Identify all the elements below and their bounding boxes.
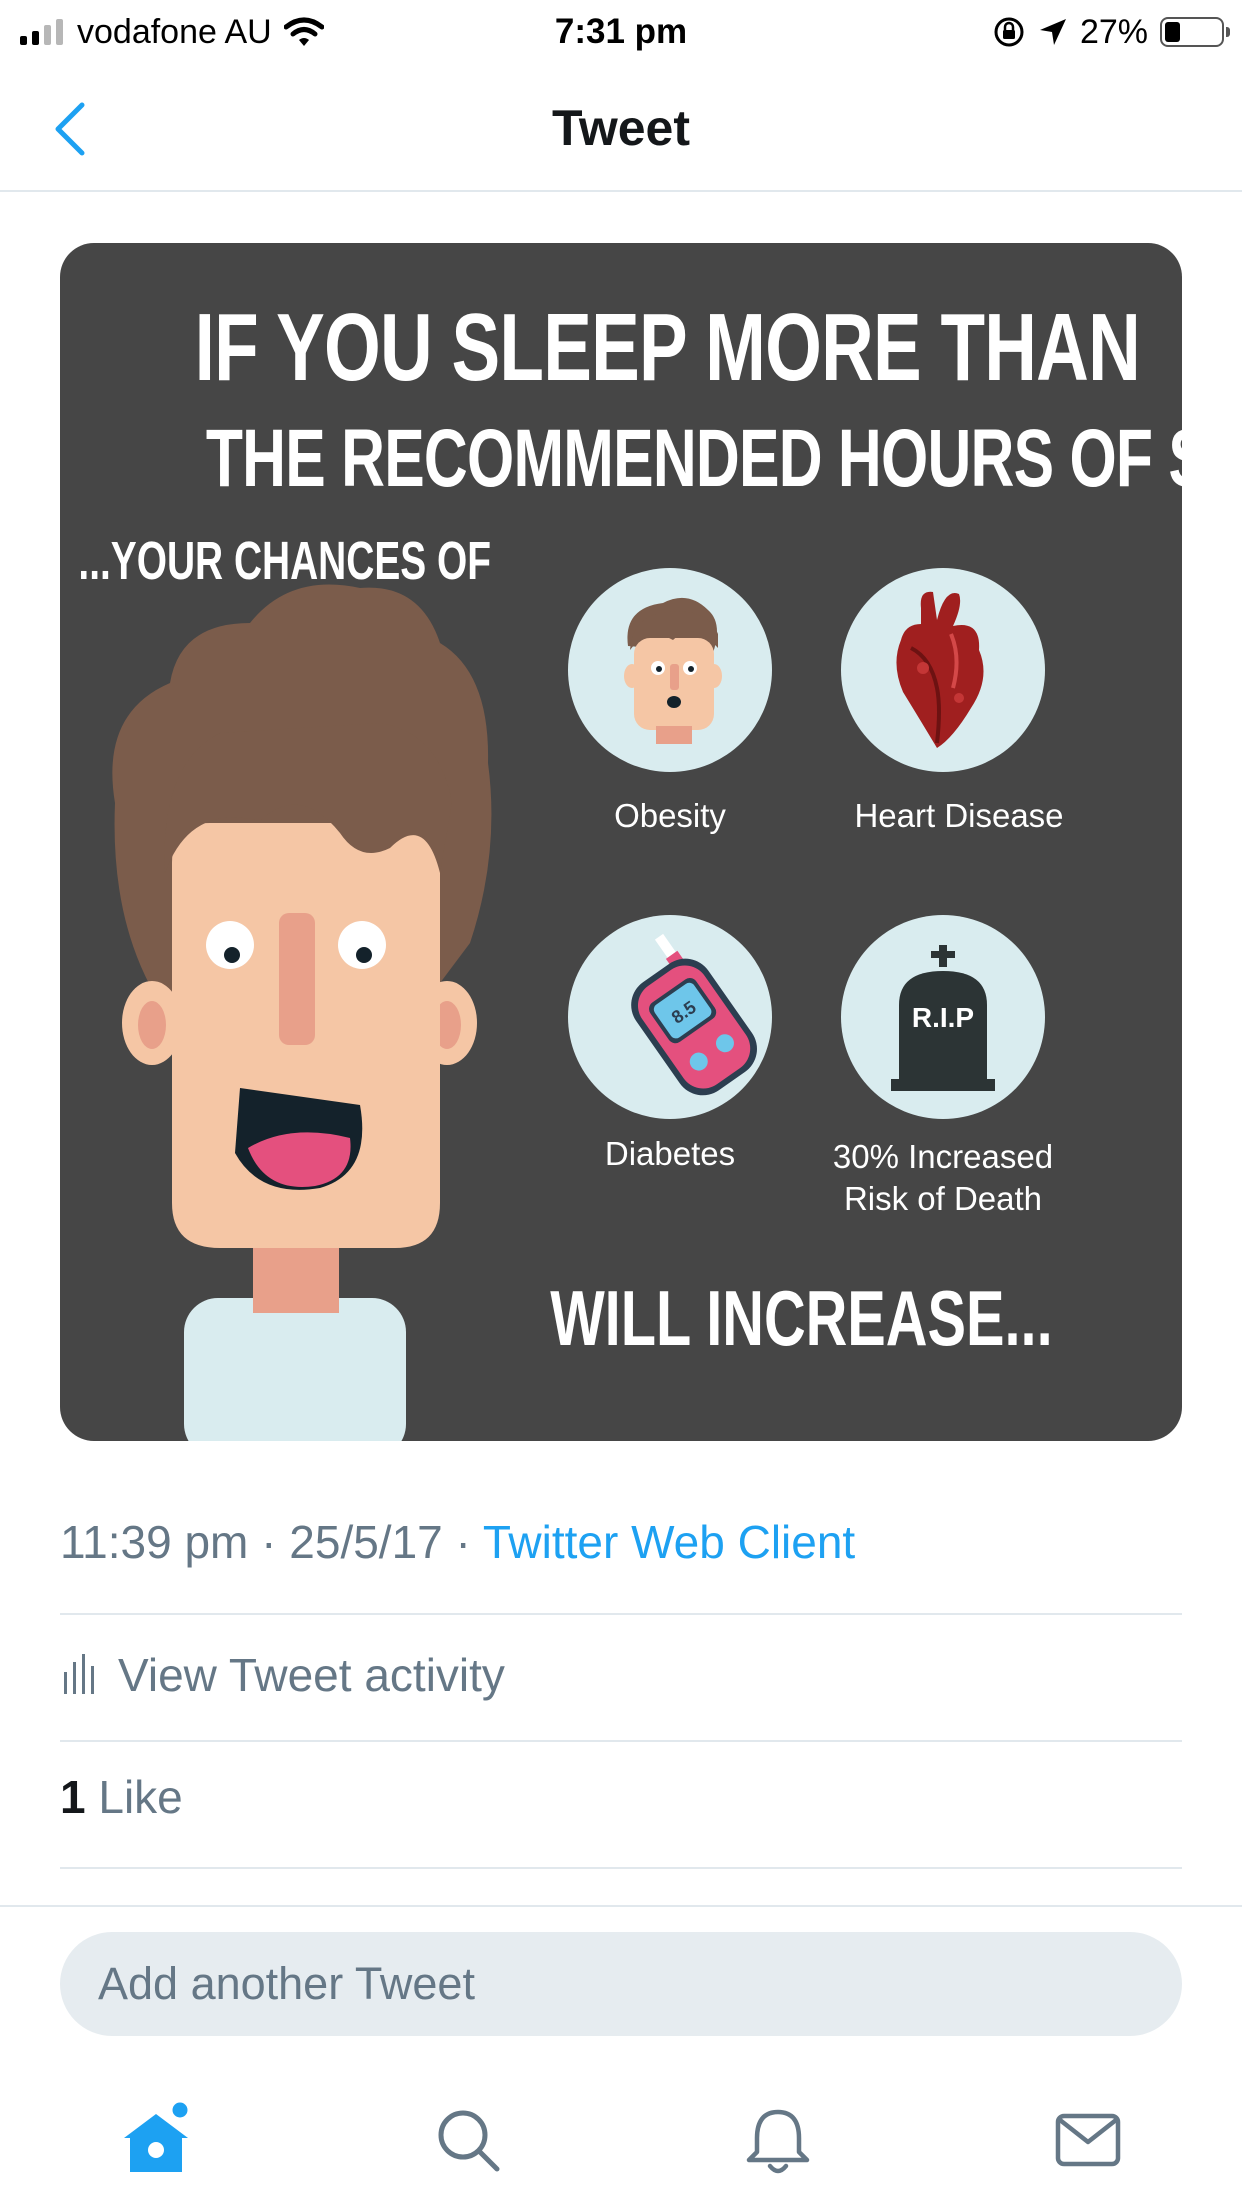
- search-icon: [438, 2110, 500, 2172]
- home-icon: [124, 2100, 191, 2172]
- navigation-bar: Tweet: [0, 64, 1242, 192]
- shocked-face-illustration: [112, 584, 492, 1441]
- infographic-footer: WILL INCREASE...: [550, 1274, 1053, 1362]
- diabetes-label: Diabetes: [604, 1135, 736, 1172]
- heart-disease-label: Heart Disease: [854, 797, 1064, 834]
- tab-notifications[interactable]: [738, 2100, 818, 2180]
- tab-search[interactable]: [428, 2100, 508, 2180]
- death-risk-label: 30% Increased Risk of Death: [793, 1136, 1093, 1220]
- heart-disease-circle: [841, 568, 1045, 772]
- battery-icon: [1160, 17, 1230, 47]
- likes-label: Like: [98, 1771, 183, 1823]
- likes-count-link[interactable]: 1 Like: [60, 1770, 183, 1824]
- death-risk-circle: R.I.P: [841, 915, 1045, 1119]
- death-risk-label-line1: 30% Increased: [832, 1138, 1054, 1175]
- glucose-meter-icon: 8.5: [631, 933, 757, 1096]
- view-tweet-activity-button[interactable]: View Tweet activity: [60, 1640, 505, 1710]
- tweet-image[interactable]: IF YOU SLEEP MORE THAN THE RECOMMENDED H…: [60, 243, 1182, 1441]
- divider: [60, 1867, 1182, 1869]
- battery-level-fill: [1165, 22, 1180, 42]
- death-risk-label-line2: Risk of Death: [843, 1180, 1043, 1217]
- add-another-tweet-input[interactable]: Add another Tweet: [60, 1932, 1182, 2036]
- status-bar: vodafone AU 7:31 pm 27%: [0, 0, 1242, 64]
- heart-icon: [896, 591, 984, 748]
- battery-percentage: 27%: [1079, 12, 1148, 51]
- page-title: Tweet: [552, 100, 690, 156]
- tab-bar: [0, 2080, 1242, 2208]
- diabetes-circle: 8.5: [568, 915, 772, 1119]
- tombstone-icon: R.I.P: [891, 945, 995, 1091]
- bell-icon: [746, 2109, 810, 2174]
- meta-separator: ·: [261, 1516, 277, 1568]
- divider: [60, 1740, 1182, 1742]
- meta-separator: ·: [455, 1516, 471, 1568]
- tweet-date: 25/5/17: [289, 1516, 443, 1568]
- obesity-circle: [568, 568, 772, 772]
- view-tweet-activity-label: View Tweet activity: [118, 1649, 505, 1701]
- obesity-label: Obesity: [614, 797, 726, 834]
- status-right: 27%: [992, 10, 1230, 54]
- mail-icon: [1055, 2113, 1121, 2167]
- tweet-time: 11:39 pm: [60, 1516, 249, 1568]
- tweet-source-link[interactable]: Twitter Web Client: [483, 1516, 855, 1568]
- tombstone-text: R.I.P: [912, 1002, 974, 1033]
- bar-chart-icon: [60, 1650, 100, 1700]
- divider: [60, 1613, 1182, 1615]
- location-arrow-icon: [1039, 19, 1066, 45]
- rotation-lock-icon: [994, 17, 1024, 47]
- obese-face-icon: [624, 597, 722, 744]
- tab-home[interactable]: [116, 2100, 196, 2180]
- tweet-timestamp: 11:39 pm · 25/5/17 · Twitter Web Client: [60, 1515, 855, 1569]
- reply-bar-divider: [0, 1905, 1242, 1907]
- likes-count: 1: [60, 1771, 86, 1823]
- tab-messages[interactable]: [1048, 2100, 1128, 2180]
